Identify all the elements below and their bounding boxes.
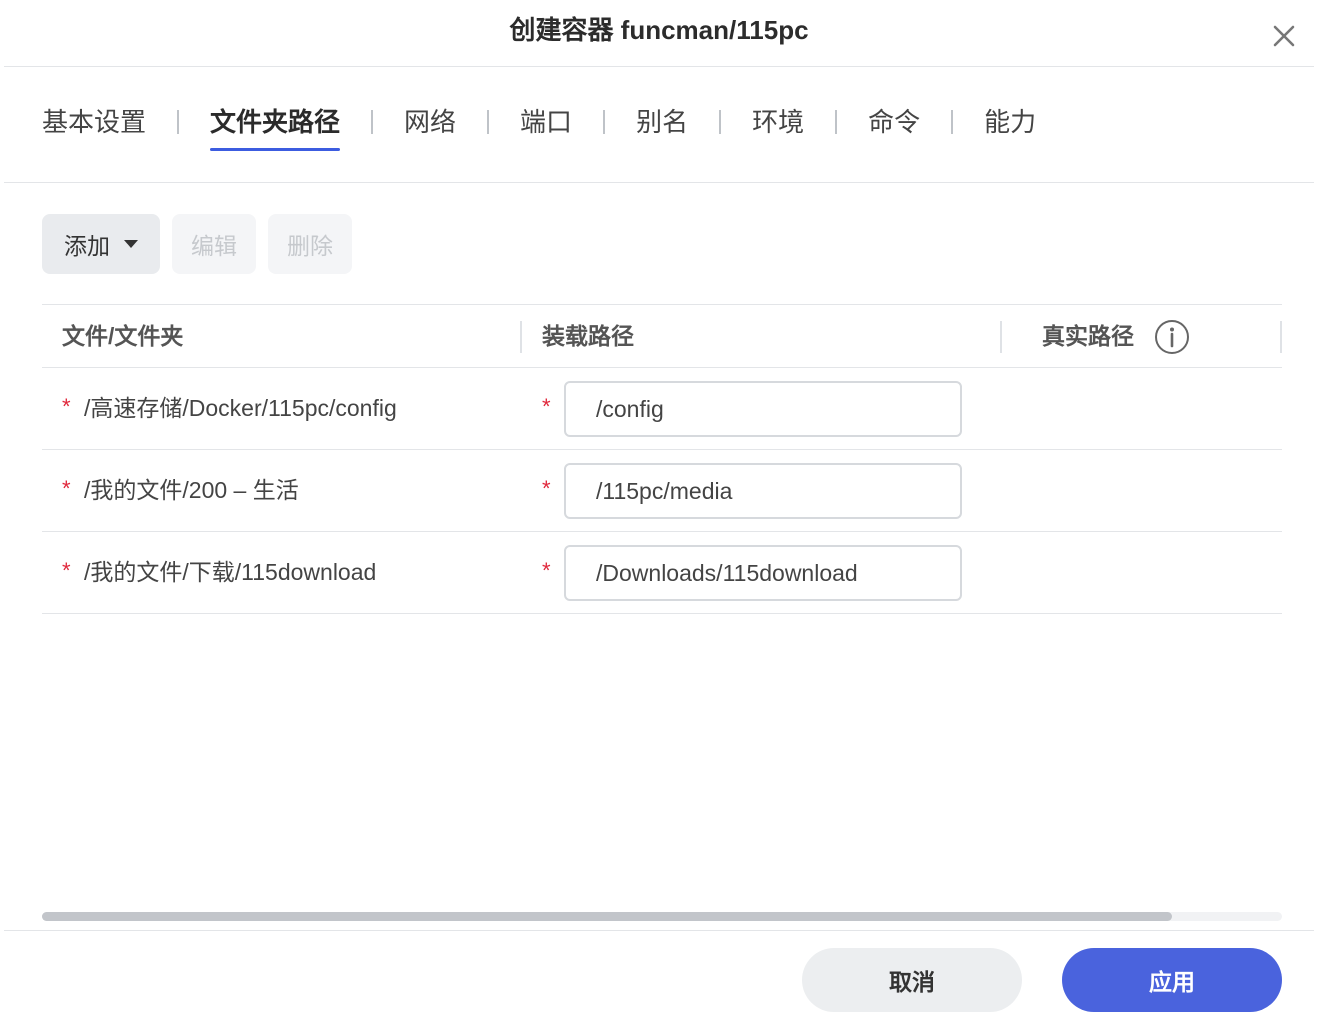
toolbar: 添加 编辑 删除	[42, 214, 352, 274]
volume-table: 文件/文件夹 装载路径 真实路径 * /高速存储/Docker/115pc/co…	[42, 304, 1282, 614]
required-mark: *	[542, 476, 551, 501]
required-mark: *	[62, 394, 71, 419]
tab-separator	[487, 110, 490, 134]
table-row[interactable]: * /我的文件/200 – 生活 * /115pc/media	[42, 450, 1282, 532]
column-resize-handle[interactable]	[1000, 321, 1002, 353]
tab-bar: 基本设置 文件夹路径 网络 端口 别名 环境 命令 能力	[42, 96, 1036, 156]
tab-folder-path[interactable]: 文件夹路径	[210, 96, 341, 151]
tab-separator	[371, 110, 374, 134]
column-resize-handle[interactable]	[520, 321, 522, 353]
delete-button[interactable]: 删除	[268, 214, 352, 274]
tab-separator	[835, 110, 838, 134]
tab-basic-settings[interactable]: 基本设置	[42, 96, 146, 148]
edit-button[interactable]: 编辑	[172, 214, 256, 274]
tab-environment[interactable]: 环境	[752, 96, 804, 148]
title-divider	[4, 66, 1314, 67]
required-mark: *	[542, 394, 551, 419]
tab-network[interactable]: 网络	[404, 96, 456, 148]
column-header-mount-path[interactable]: 装载路径	[542, 305, 634, 367]
tab-separator	[603, 110, 606, 134]
required-mark: *	[62, 476, 71, 501]
tab-capabilities[interactable]: 能力	[984, 96, 1036, 148]
table-header: 文件/文件夹 装载路径 真实路径	[42, 304, 1282, 368]
required-mark: *	[62, 558, 71, 583]
mount-path-input[interactable]: /config	[564, 381, 962, 437]
footer-divider	[4, 930, 1314, 931]
tab-separator	[719, 110, 722, 134]
info-icon[interactable]	[1154, 319, 1190, 355]
column-header-file-folder[interactable]: 文件/文件夹	[62, 305, 183, 367]
mount-path-input[interactable]: /115pc/media	[564, 463, 962, 519]
source-path: /我的文件/200 – 生活	[84, 477, 299, 503]
tab-separator	[951, 110, 954, 134]
tab-separator	[177, 110, 180, 134]
add-button-label: 添加	[64, 233, 110, 259]
horizontal-scrollbar[interactable]	[42, 912, 1282, 921]
table-row[interactable]: * /我的文件/下载/115download * /Downloads/115d…	[42, 532, 1282, 614]
source-path: /高速存储/Docker/115pc/config	[84, 395, 397, 421]
tab-alias[interactable]: 别名	[636, 96, 688, 148]
dialog-title: 创建容器 funcman/115pc	[509, 15, 809, 45]
required-mark: *	[542, 558, 551, 583]
source-path: /我的文件/下载/115download	[84, 559, 377, 585]
column-resize-handle[interactable]	[1280, 321, 1282, 353]
mount-path-input[interactable]: /Downloads/115download	[564, 545, 962, 601]
apply-button[interactable]: 应用	[1062, 948, 1282, 1012]
scrollbar-thumb[interactable]	[42, 912, 1172, 921]
create-container-dialog: 创建容器 funcman/115pc 基本设置 文件夹路径 网络 端口 别名 环…	[0, 0, 1318, 1028]
tab-command[interactable]: 命令	[868, 96, 920, 148]
caret-down-icon	[124, 240, 138, 248]
column-header-real-path[interactable]: 真实路径	[1042, 305, 1134, 367]
close-icon[interactable]	[1268, 20, 1300, 52]
add-button[interactable]: 添加	[42, 214, 160, 274]
tabs-divider	[4, 182, 1314, 183]
cancel-button[interactable]: 取消	[802, 948, 1022, 1012]
table-row[interactable]: * /高速存储/Docker/115pc/config * /config	[42, 368, 1282, 450]
tab-ports[interactable]: 端口	[520, 96, 572, 148]
